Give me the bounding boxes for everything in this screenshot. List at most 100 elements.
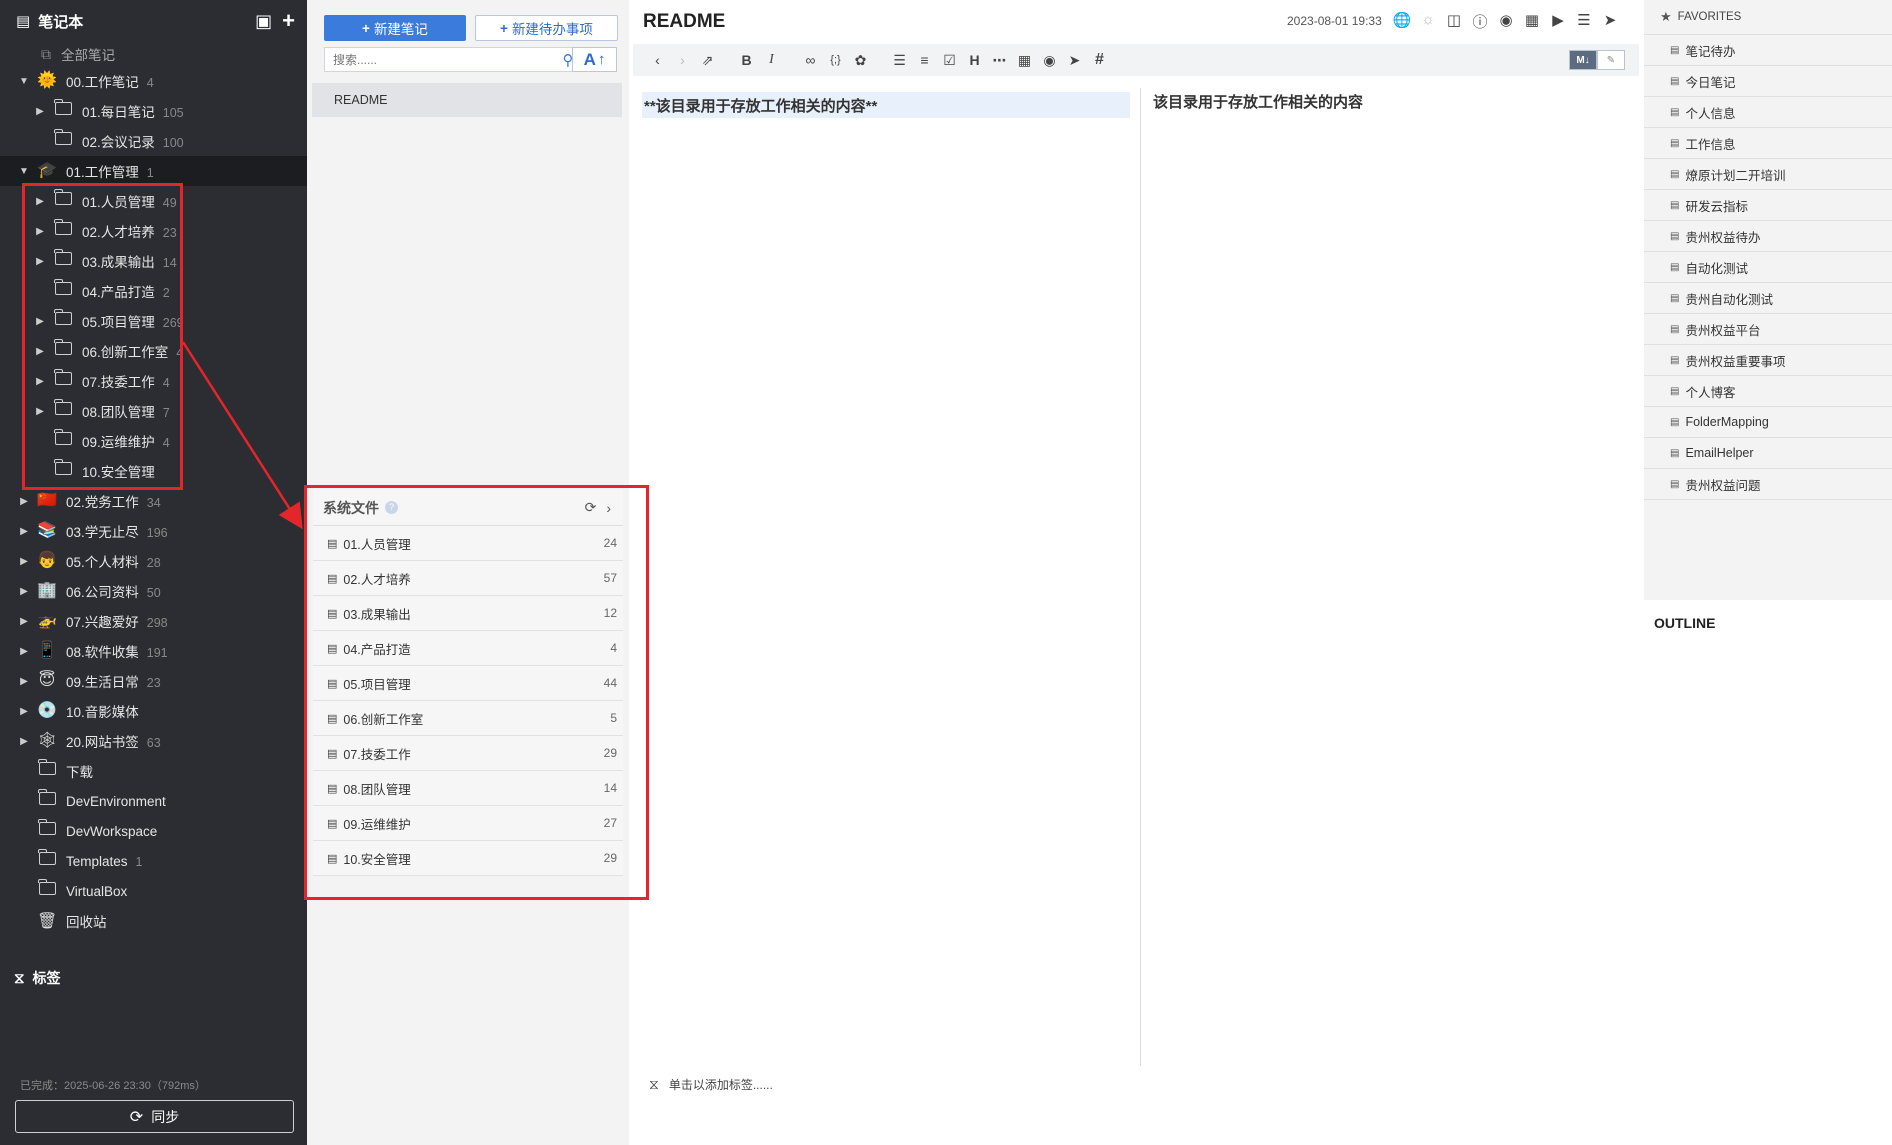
- expand-right-icon[interactable]: ▶: [18, 646, 30, 657]
- new-todo-button[interactable]: + 新建待办事项: [475, 15, 618, 41]
- attachment-icon[interactable]: ✿: [848, 52, 873, 69]
- horizontal-rule-icon[interactable]: ⋯: [987, 52, 1012, 69]
- sidebar-tree-item[interactable]: ▶ 📱 08.软件收集 191: [0, 636, 307, 666]
- layout-icon[interactable]: ◫: [1441, 11, 1467, 32]
- tree-item-text: 20.网站书签: [66, 735, 139, 750]
- favorite-item[interactable]: ▤ 工作信息: [1644, 128, 1892, 159]
- favorite-item[interactable]: ▤ 个人博客: [1644, 376, 1892, 407]
- favorite-item[interactable]: ▤ 笔记待办: [1644, 35, 1892, 66]
- new-note-button[interactable]: + 新建笔记: [324, 15, 466, 41]
- collapse-dropdown-icon[interactable]: ▣: [255, 11, 272, 32]
- sidebar-tree-item[interactable]: ▶ 👦 05.个人材料 28: [0, 546, 307, 576]
- favorite-label: 贵州权益平台: [1685, 323, 1761, 338]
- numbered-list-icon[interactable]: ≡: [912, 52, 937, 68]
- pin-toolbar-icon[interactable]: ➤: [1062, 52, 1087, 69]
- add-notebook-icon[interactable]: +: [282, 8, 295, 34]
- favorite-item[interactable]: ▤ 贵州权益平台: [1644, 314, 1892, 345]
- sidebar-tree-item[interactable]: DevEnvironment: [0, 786, 307, 816]
- expand-right-icon[interactable]: ▶: [34, 106, 46, 117]
- expand-down-icon[interactable]: ▼: [18, 76, 30, 87]
- sidebar-tree-item[interactable]: 🗑 回收站: [0, 906, 307, 936]
- globe-icon[interactable]: 🌐: [1389, 11, 1415, 32]
- item-count: 1: [135, 854, 143, 869]
- favorite-item[interactable]: ▤ 研发云指标: [1644, 190, 1892, 221]
- favorite-item[interactable]: ▤ 贵州权益待办: [1644, 221, 1892, 252]
- sidebar-item-label: 06.公司资料 50: [66, 581, 161, 601]
- note-title: README: [334, 93, 388, 107]
- sync-button[interactable]: ⟳ 同步: [15, 1100, 294, 1133]
- sidebar-item-all-notes[interactable]: ⧉ 全部笔记: [0, 42, 307, 66]
- favorite-item[interactable]: ▤ 贵州权益问题: [1644, 469, 1892, 500]
- tree-item-text: 00.工作笔记: [66, 75, 139, 90]
- add-tag-field[interactable]: ⧖ 单击以添加标签......: [649, 1076, 773, 1093]
- app-window: ▤ 笔记本 ▣ + ⧉ 全部笔记 ▼ 🌞 00.工作笔记 4 ▶ 01.每日笔记 105 02…: [0, 0, 1892, 1145]
- sidebar-tree-item[interactable]: ▶ 📚 03.学无止尽 196: [0, 516, 307, 546]
- expand-right-icon[interactable]: ▶: [18, 556, 30, 567]
- expand-down-icon[interactable]: ▼: [18, 166, 30, 177]
- sidebar-tree-item[interactable]: ▼ 🎓 01.工作管理 1: [0, 156, 307, 186]
- heading-icon[interactable]: H: [962, 52, 987, 68]
- favorite-item[interactable]: ▤ 燎原计划二开培训: [1644, 159, 1892, 190]
- bullet-list-icon[interactable]: ☰: [887, 52, 912, 69]
- bold-icon[interactable]: B: [734, 52, 759, 68]
- expand-right-icon[interactable]: ▶: [18, 676, 30, 687]
- sidebar-tree-item[interactable]: ▶ 🚁 07.兴趣爱好 298: [0, 606, 307, 636]
- sidebar-tree-item[interactable]: 下载: [0, 756, 307, 786]
- bug-icon[interactable]: ☼: [1415, 11, 1441, 32]
- sidebar-tree-item[interactable]: ▶ 🏢 06.公司资料 50: [0, 576, 307, 606]
- expand-right-icon[interactable]: ▶: [18, 616, 30, 627]
- sort-button[interactable]: A ↑: [572, 47, 617, 72]
- sidebar-tree-item[interactable]: Templates 1: [0, 846, 307, 876]
- sidebar-tree-item[interactable]: ▶ 💿 10.音影媒体: [0, 696, 307, 726]
- edit-mode-icon[interactable]: ✎: [1597, 50, 1625, 70]
- markdown-source-line[interactable]: **该目录用于存放工作相关的内容**: [642, 92, 1130, 118]
- pin-icon[interactable]: ➤: [1597, 11, 1623, 32]
- forward-icon[interactable]: ›: [670, 52, 695, 68]
- open-external-icon[interactable]: ⇗: [695, 52, 720, 69]
- mindmap-icon[interactable]: ▦: [1519, 11, 1545, 32]
- insert-date-icon[interactable]: ▦: [1012, 52, 1037, 69]
- favorite-item[interactable]: ▤ EmailHelper: [1644, 438, 1892, 469]
- item-count: 28: [146, 556, 161, 570]
- info-icon[interactable]: ⓘ: [1467, 11, 1493, 32]
- favorite-item[interactable]: ▤ 贵州自动化测试: [1644, 283, 1892, 314]
- document-icon: ▤: [1670, 354, 1680, 366]
- favorite-item[interactable]: ▤ 自动化测试: [1644, 252, 1892, 283]
- checklist-icon[interactable]: ☑: [937, 52, 962, 69]
- split-divider[interactable]: [1140, 88, 1141, 1066]
- link-icon[interactable]: ∞: [798, 52, 823, 68]
- note-list-item[interactable]: README: [312, 83, 622, 117]
- search-input[interactable]: [333, 52, 555, 67]
- expand-right-icon[interactable]: ▶: [18, 736, 30, 747]
- expand-right-icon[interactable]: ▶: [18, 706, 30, 717]
- comment-icon[interactable]: ◉: [1037, 52, 1062, 69]
- markdown-mode-button[interactable]: M↓: [1569, 50, 1597, 70]
- expand-right-icon[interactable]: ▶: [18, 526, 30, 537]
- sidebar-tree-item[interactable]: ▶ 😇 09.生活日常 23: [0, 666, 307, 696]
- italic-icon[interactable]: I: [759, 52, 784, 68]
- expand-right-icon[interactable]: ▶: [18, 496, 30, 507]
- sidebar-header: ▤ 笔记本 ▣ +: [0, 0, 307, 42]
- play-icon[interactable]: ▶: [1545, 11, 1571, 32]
- list-icon[interactable]: ☰: [1571, 11, 1597, 32]
- sidebar-tree-item[interactable]: ▶ 01.每日笔记 105: [0, 96, 307, 126]
- favorite-item[interactable]: ▤ 个人信息: [1644, 97, 1892, 128]
- code-icon[interactable]: {;}: [823, 54, 848, 66]
- sidebar-tree-item[interactable]: DevWorkspace: [0, 816, 307, 846]
- hashtag-icon[interactable]: #: [1087, 51, 1112, 69]
- sidebar-tree-item[interactable]: ▶ 🇨🇳 02.党务工作 34: [0, 486, 307, 516]
- favorite-item[interactable]: ▤ 贵州权益重要事项: [1644, 345, 1892, 376]
- sidebar-tree-item[interactable]: VirtualBox: [0, 876, 307, 906]
- sidebar-tags-section[interactable]: ⧖ 标签: [14, 968, 61, 988]
- sidebar-tree-item[interactable]: ▶ 🕸 20.网站书签 63: [0, 726, 307, 756]
- favorite-item[interactable]: ▤ 今日笔记: [1644, 66, 1892, 97]
- document-icon: ▤: [1670, 230, 1680, 242]
- note-title-heading[interactable]: README: [643, 11, 725, 33]
- brain-icon[interactable]: ◉: [1493, 11, 1519, 32]
- expand-right-icon[interactable]: ▶: [18, 586, 30, 597]
- back-icon[interactable]: ‹: [645, 52, 670, 68]
- sidebar-tree-item[interactable]: 02.会议记录 100: [0, 126, 307, 156]
- favorite-label: 今日笔记: [1685, 75, 1736, 90]
- sidebar-tree-item[interactable]: ▼ 🌞 00.工作笔记 4: [0, 66, 307, 96]
- favorite-item[interactable]: ▤ FolderMapping: [1644, 407, 1892, 438]
